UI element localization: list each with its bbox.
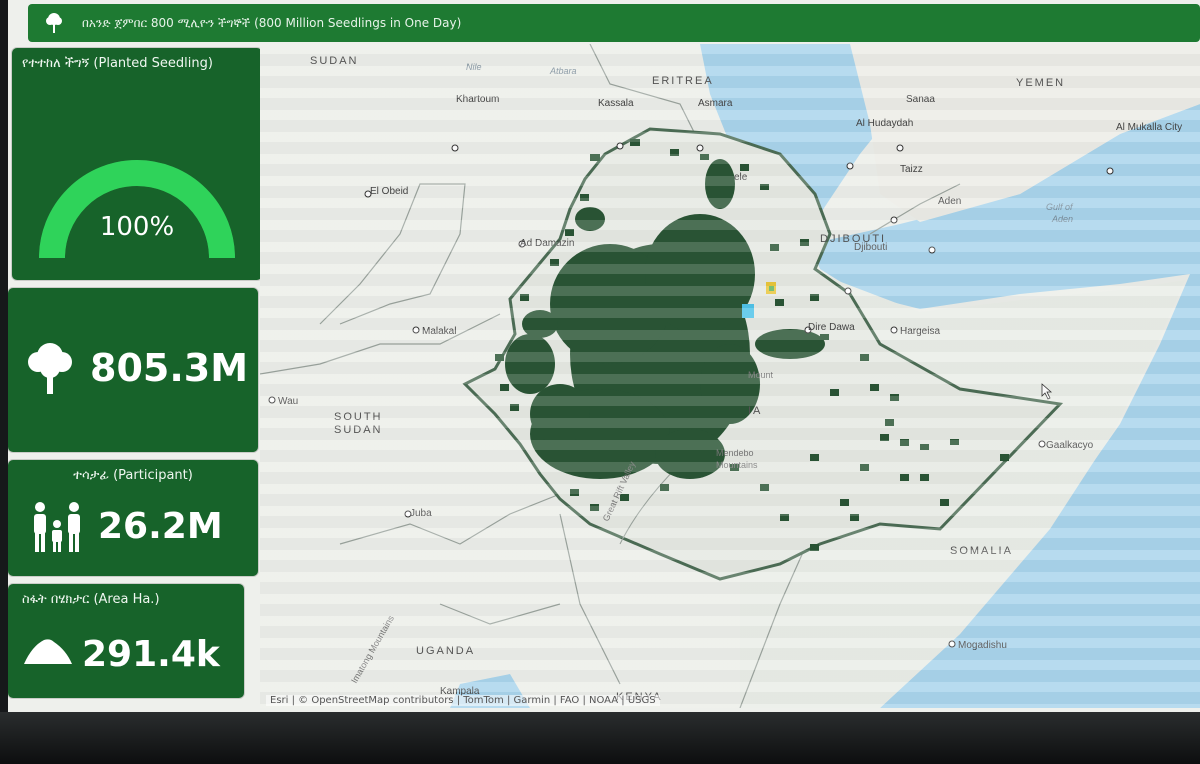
planted-seedling-title: የተተከለ ችግኝ (Planted Seedling) [22,56,213,71]
seedling-total-value: 805.3M [90,346,249,390]
city-khartoum: Khartoum [456,94,499,105]
monitor-bezel [0,712,1200,764]
city-aden: Aden [938,196,961,207]
label-gulf-2: Aden [1051,214,1073,224]
city-wau: Wau [278,396,298,407]
label-gulf-1: Gulf of [1046,202,1074,212]
tree-icon [26,338,74,400]
participant-card[interactable]: ተሳታፊ (Participant) 26.2M [8,460,258,576]
label-yemen: YEMEN [1016,77,1065,89]
progress-gauge [39,160,235,259]
city-taizz: Taizz [900,164,923,175]
label-mendebo-1: Mendebo [716,448,754,458]
label-mendebo-2: Mountains [716,460,758,470]
city-ad-damazin: Ad Damazin [520,238,574,249]
label-somalia: SOMALIA [950,545,1013,557]
planted-seedling-card[interactable]: የተተከለ ችግኝ (Planted Seedling) 100% [12,48,262,280]
header-title: በአንድ ጀምበር 800 ሚሊዮን ችግኞች (800 Million See… [82,15,462,30]
label-south-sudan-1: SOUTH [334,411,383,423]
map-view[interactable]: SUDAN ERITREA YEMEN DJIBOUTI SOUTH SUDAN… [260,44,1200,708]
label-sudan: SUDAN [310,55,359,67]
area-card[interactable]: ስፋት በሄክታር (Area Ha.) 291.4k [8,584,244,698]
map-attribution[interactable]: Esri | © OpenStreetMap contributors | To… [266,695,660,706]
dashboard-screen: በአንድ ጀምበር 800 ሚሊዮን ችግኞች (800 Million See… [8,0,1200,712]
city-asmara: Asmara [698,98,733,109]
mound-icon [22,636,74,670]
tree-icon [40,9,68,37]
family-icon [28,500,86,560]
participant-title: ተሳታፊ (Participant) [73,468,193,483]
label-nile: Nile [466,62,482,72]
label-uganda: UGANDA [416,645,475,657]
map-canvas[interactable]: SUDAN ERITREA YEMEN DJIBOUTI SOUTH SUDAN… [260,44,1200,708]
city-mekele: ele [734,172,748,183]
label-atbara: Atbara [549,66,577,76]
city-djibouti: Djibouti [854,242,887,253]
seedling-total-card[interactable]: 805.3M [8,288,258,452]
city-malakal: Malakal [422,326,456,337]
label-mountains-partial: Mount [748,370,774,380]
area-title: ስፋት በሄክታር (Area Ha.) [22,592,160,607]
city-mukalla: Al Mukalla City [1116,122,1182,133]
city-galkacyo: Gaalkacyo [1046,440,1094,451]
area-value: 291.4k [82,634,220,675]
gauge-value: 100% [99,212,175,242]
city-hargeisa: Hargeisa [900,326,940,337]
participant-value: 26.2M [98,506,223,547]
label-south-sudan-2: SUDAN [334,424,383,436]
city-mogadishu: Mogadishu [958,640,1007,651]
city-juba: Juba [410,508,432,519]
city-sanaa: Sanaa [906,94,935,105]
city-el-obeid: El Obeid [370,186,408,197]
city-hudaydah: Al Hudaydah [856,118,913,129]
label-eritrea: ERITREA [652,75,714,87]
label-ethiopia-partial: IA [748,405,762,417]
dashboard-header: በአንድ ጀምበር 800 ሚሊዮን ችግኞች (800 Million See… [28,4,1200,42]
city-dire-dawa: Dire Dawa [808,322,855,333]
city-kassala: Kassala [598,98,634,109]
